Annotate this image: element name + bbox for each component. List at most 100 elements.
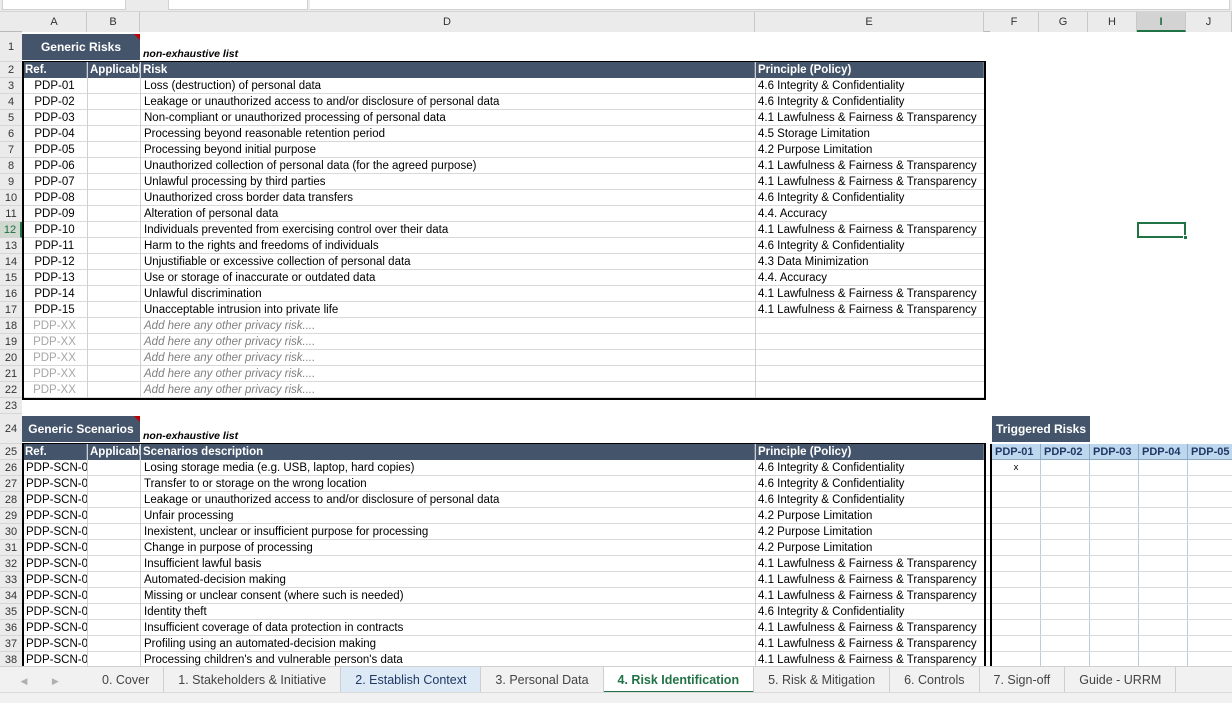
scenario-principle-cell[interactable]: 4.2 Purpose Limitation (755, 508, 984, 524)
risk-description-cell[interactable]: Unauthorized cross border data transfers (140, 190, 755, 206)
row-header-28[interactable]: 28 (0, 492, 22, 508)
risk-ref-cell[interactable]: PDP-XX (22, 366, 87, 382)
row-header-9[interactable]: 9 (0, 174, 22, 190)
row-header-3[interactable]: 3 (0, 78, 22, 94)
scenario-principle-cell[interactable]: 4.1 Lawfulness & Fairness & Transparency (755, 588, 984, 604)
triggered-risk-cell[interactable] (1139, 636, 1188, 652)
risk-principle-cell[interactable]: 4.1 Lawfulness & Fairness & Transparency (755, 158, 984, 174)
triggered-risk-cell[interactable] (992, 508, 1041, 524)
triggered-risk-cell[interactable] (992, 572, 1041, 588)
risk-ref-cell[interactable]: PDP-06 (22, 158, 87, 174)
risk-applicable-cell[interactable] (87, 302, 140, 318)
triggered-risk-cell[interactable] (1090, 492, 1139, 508)
triggered-risk-cell[interactable] (1188, 620, 1232, 636)
scenario-principle-cell[interactable]: 4.1 Lawfulness & Fairness & Transparency (755, 620, 984, 636)
triggered-risk-cell[interactable] (1139, 508, 1188, 524)
risk-ref-cell[interactable]: PDP-10 (22, 222, 87, 238)
scenario-applicable-cell[interactable] (87, 652, 140, 666)
scenario-description-cell[interactable]: Unfair processing (140, 508, 755, 524)
row-header-17[interactable]: 17 (0, 302, 22, 318)
column-header-g[interactable]: G (1039, 12, 1088, 32)
triggered-risk-cell[interactable] (1139, 492, 1188, 508)
sheet-nav-buttons[interactable]: ◀ ▶ (10, 667, 69, 693)
risk-ref-cell[interactable]: PDP-15 (22, 302, 87, 318)
sheet-tab-guide-urrm[interactable]: Guide - URRM (1065, 667, 1177, 693)
scenario-applicable-cell[interactable] (87, 540, 140, 556)
scenario-principle-cell[interactable]: 4.2 Purpose Limitation (755, 540, 984, 556)
scenario-ref-cell[interactable]: PDP-SCN-010 (22, 604, 87, 620)
scenario-applicable-cell[interactable] (87, 460, 140, 476)
next-sheet-icon[interactable]: ▶ (41, 668, 69, 694)
triggered-risk-cell[interactable] (1188, 636, 1232, 652)
scenario-ref-cell[interactable]: PDP-SCN-001 (22, 460, 87, 476)
triggered-risk-cell[interactable] (992, 636, 1041, 652)
triggered-risk-cell[interactable] (1188, 588, 1232, 604)
risk-applicable-cell[interactable] (87, 126, 140, 142)
triggered-risk-cell[interactable] (1041, 540, 1090, 556)
triggered-risk-cell[interactable] (1090, 588, 1139, 604)
triggered-risk-cell[interactable] (1090, 652, 1139, 666)
scenario-ref-cell[interactable]: PDP-SCN-004 (22, 508, 87, 524)
scenario-principle-cell[interactable]: 4.6 Integrity & Confidentiality (755, 476, 984, 492)
sheet-tab-3-personal-data[interactable]: 3. Personal Data (481, 667, 604, 693)
triggered-risk-cell[interactable] (1041, 588, 1090, 604)
scenario-principle-cell[interactable]: 4.6 Integrity & Confidentiality (755, 460, 984, 476)
risk-ref-cell[interactable]: PDP-02 (22, 94, 87, 110)
risk-applicable-cell[interactable] (87, 334, 140, 350)
row-header-24[interactable]: 24 (0, 414, 22, 444)
triggered-risk-cell[interactable] (1090, 620, 1139, 636)
scenario-ref-cell[interactable]: PDP-SCN-011 (22, 620, 87, 636)
risk-ref-cell[interactable]: PDP-05 (22, 142, 87, 158)
risk-applicable-cell[interactable] (87, 174, 140, 190)
risk-applicable-cell[interactable] (87, 238, 140, 254)
row-header-1[interactable]: 1 (0, 32, 22, 62)
row-header-13[interactable]: 13 (0, 238, 22, 254)
scenario-principle-cell[interactable]: 4.1 Lawfulness & Fairness & Transparency (755, 652, 984, 666)
triggered-risk-cell[interactable] (1041, 556, 1090, 572)
triggered-risk-cell[interactable] (1041, 460, 1090, 476)
row-header-37[interactable]: 37 (0, 636, 22, 652)
risk-ref-cell[interactable]: PDP-13 (22, 270, 87, 286)
risk-ref-cell[interactable]: PDP-14 (22, 286, 87, 302)
row-header-15[interactable]: 15 (0, 270, 22, 286)
triggered-risk-cell[interactable] (1139, 572, 1188, 588)
row-header-5[interactable]: 5 (0, 110, 22, 126)
scenario-applicable-cell[interactable] (87, 508, 140, 524)
column-header-h[interactable]: H (1088, 12, 1137, 32)
risk-ref-cell[interactable]: PDP-07 (22, 174, 87, 190)
scenario-ref-cell[interactable]: PDP-SCN-005 (22, 524, 87, 540)
risk-description-cell[interactable]: Unlawful discrimination (140, 286, 755, 302)
risk-ref-cell[interactable]: PDP-XX (22, 350, 87, 366)
risk-applicable-cell[interactable] (87, 94, 140, 110)
row-header-29[interactable]: 29 (0, 508, 22, 524)
triggered-risk-cell[interactable] (1188, 604, 1232, 620)
row-header-18[interactable]: 18 (0, 318, 22, 334)
risk-description-cell[interactable]: Loss (destruction) of personal data (140, 78, 755, 94)
row-header-16[interactable]: 16 (0, 286, 22, 302)
risk-description-cell[interactable]: Use or storage of inaccurate or outdated… (140, 270, 755, 286)
risk-description-cell[interactable]: Harm to the rights and freedoms of indiv… (140, 238, 755, 254)
triggered-risk-cell[interactable] (1041, 572, 1090, 588)
row-header-2[interactable]: 2 (0, 62, 22, 78)
risk-ref-cell[interactable]: PDP-01 (22, 78, 87, 94)
risk-principle-cell[interactable]: 4.6 Integrity & Confidentiality (755, 190, 984, 206)
risk-principle-cell[interactable] (755, 350, 984, 366)
risk-description-cell[interactable]: Unlawful processing by third parties (140, 174, 755, 190)
risk-description-cell[interactable]: Unacceptable intrusion into private life (140, 302, 755, 318)
scenario-applicable-cell[interactable] (87, 556, 140, 572)
triggered-risk-cell[interactable] (1090, 556, 1139, 572)
triggered-risk-cell[interactable] (1139, 476, 1188, 492)
scenario-description-cell[interactable]: Insufficient coverage of data protection… (140, 620, 755, 636)
scenario-principle-cell[interactable]: 4.6 Integrity & Confidentiality (755, 492, 984, 508)
triggered-risk-cell[interactable] (1188, 460, 1232, 476)
risk-description-cell[interactable]: Add here any other privacy risk.... (140, 318, 755, 334)
risk-applicable-cell[interactable] (87, 350, 140, 366)
row-header-22[interactable]: 22 (0, 382, 22, 398)
triggered-risk-cell[interactable] (1139, 588, 1188, 604)
column-header-i[interactable]: I (1137, 12, 1186, 32)
scenario-description-cell[interactable]: Insufficient lawful basis (140, 556, 755, 572)
scenario-description-cell[interactable]: Change in purpose of processing (140, 540, 755, 556)
row-header-4[interactable]: 4 (0, 94, 22, 110)
row-header-11[interactable]: 11 (0, 206, 22, 222)
triggered-risk-cell[interactable] (992, 652, 1041, 666)
